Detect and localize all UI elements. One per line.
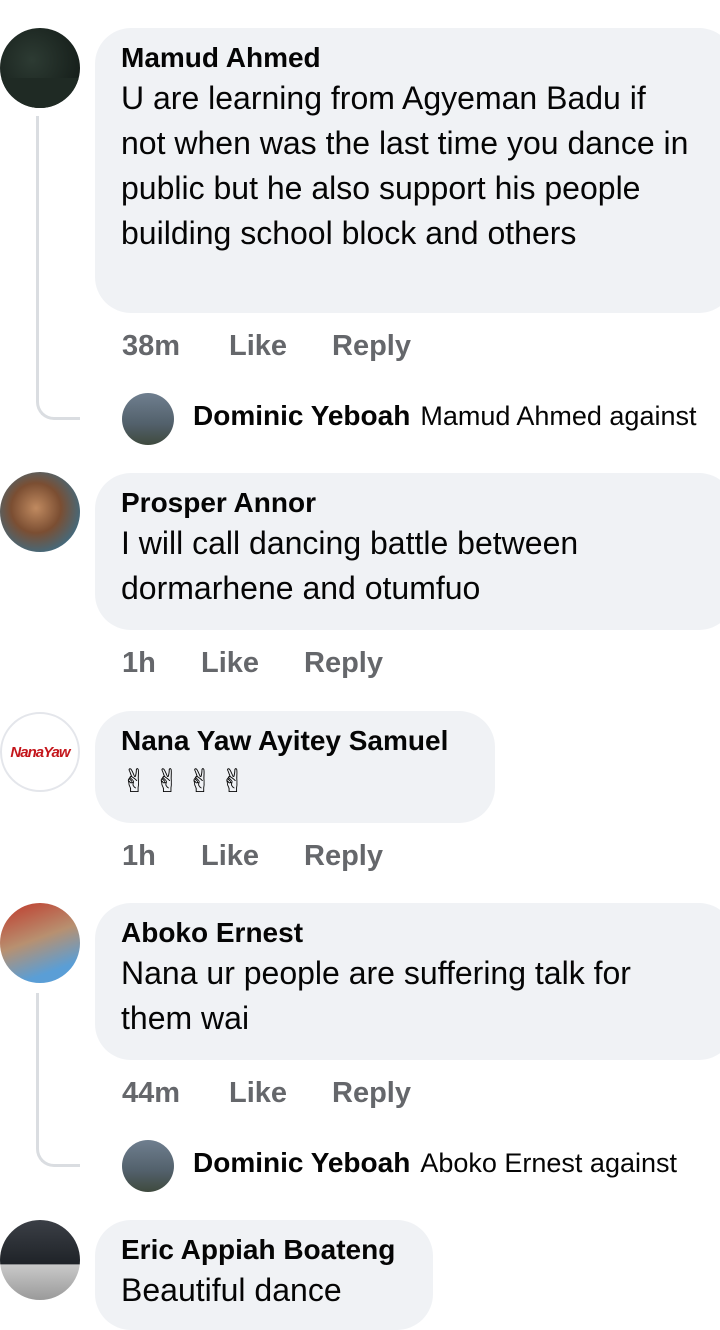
avatar[interactable] — [0, 28, 80, 108]
comment-text: U are learning from Agyeman Badu if not … — [121, 80, 689, 251]
comment-emoji: ✌✌✌✌ — [121, 763, 253, 799]
comment-time[interactable]: 44m — [122, 1077, 229, 1110]
avatar[interactable]: NanaYaw — [0, 712, 80, 792]
comment-text: I will call dancing battle between dorma… — [121, 525, 579, 606]
comment-author[interactable]: Mamud Ahmed — [121, 40, 709, 76]
comment-time[interactable]: 1h — [122, 840, 201, 873]
comment-author[interactable]: Eric Appiah Boateng — [121, 1232, 407, 1268]
comment-bubble[interactable]: Aboko Ernest Nana ur people are sufferin… — [95, 903, 720, 1060]
reply-author[interactable]: Dominic Yeboah — [193, 1147, 410, 1178]
avatar[interactable] — [0, 903, 80, 983]
avatar-image — [0, 78, 80, 108]
reply-button[interactable]: Reply — [332, 1077, 411, 1110]
like-button[interactable]: Like — [201, 647, 304, 680]
like-button[interactable]: Like — [229, 330, 332, 363]
reply-avatar[interactable] — [122, 393, 174, 445]
reply-text: Aboko Ernest against — [420, 1148, 677, 1178]
like-button[interactable]: Like — [229, 1077, 332, 1110]
reply-button[interactable]: Reply — [304, 647, 383, 680]
comment-time[interactable]: 38m — [122, 330, 229, 363]
thread-line — [36, 116, 80, 420]
thread-line — [36, 993, 80, 1167]
comment-bubble[interactable]: Mamud Ahmed U are learning from Agyeman … — [95, 28, 720, 313]
reply-button[interactable]: Reply — [332, 330, 411, 363]
comment-actions: 44m Like Reply — [122, 1077, 411, 1110]
comment-bubble[interactable]: Nana Yaw Ayitey Samuel ✌✌✌✌ — [95, 711, 495, 823]
comment-bubble[interactable]: Eric Appiah Boateng Beautiful dance — [95, 1220, 433, 1330]
reply-preview[interactable]: Dominic Yeboah Mamud Ahmed against — [193, 400, 720, 432]
reply-text: Mamud Ahmed against — [420, 401, 697, 431]
like-button[interactable]: Like — [201, 840, 304, 873]
comment-actions: 1h Like Reply — [122, 647, 383, 680]
comment-time[interactable]: 1h — [122, 647, 201, 680]
comment-bubble[interactable]: Prosper Annor I will call dancing battle… — [95, 473, 720, 630]
comment-author[interactable]: Aboko Ernest — [121, 915, 709, 951]
reply-preview[interactable]: Dominic Yeboah Aboko Ernest against — [193, 1147, 720, 1179]
reply-avatar[interactable] — [122, 1140, 174, 1192]
reply-button[interactable]: Reply — [304, 840, 383, 873]
comment-actions: 1h Like Reply — [122, 840, 383, 873]
comment-text: Nana ur people are suffering talk for th… — [121, 955, 631, 1036]
comment-actions: 38m Like Reply — [122, 330, 411, 363]
comment-text: Beautiful dance — [121, 1272, 342, 1308]
avatar[interactable] — [0, 472, 80, 552]
avatar[interactable] — [0, 1220, 80, 1300]
avatar-logo-text: NanaYaw — [10, 743, 70, 761]
reply-author[interactable]: Dominic Yeboah — [193, 400, 410, 431]
comment-author[interactable]: Prosper Annor — [121, 485, 709, 521]
comment-author[interactable]: Nana Yaw Ayitey Samuel — [121, 723, 469, 759]
